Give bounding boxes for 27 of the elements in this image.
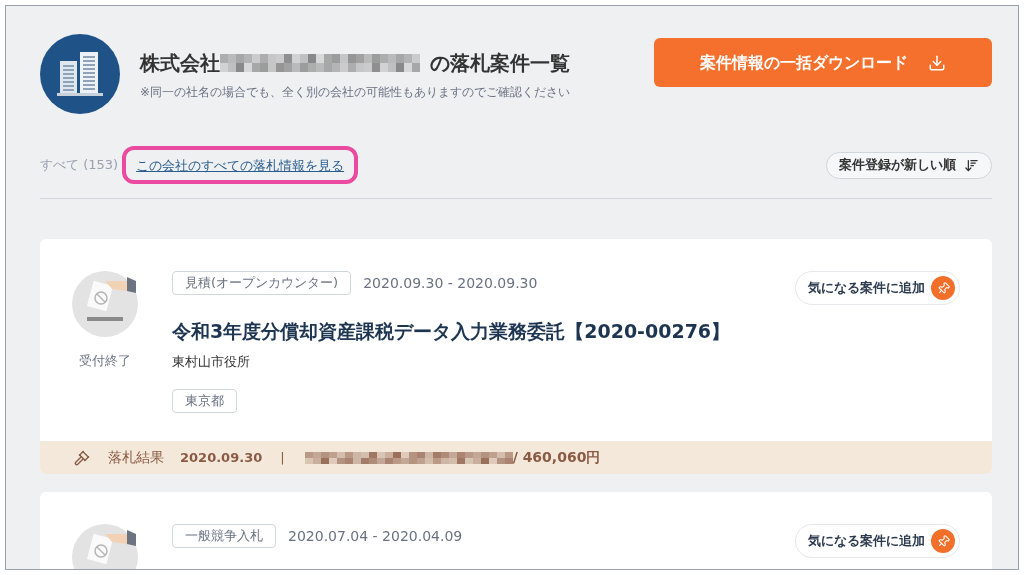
page-title: の落札案件一覧: [430, 50, 570, 77]
favorite-button[interactable]: 気になる案件に追加: [795, 524, 960, 558]
organization-text: 東村山市役所: [172, 352, 251, 371]
pin-icon: [931, 276, 955, 300]
result-label: 落札結果: [108, 448, 164, 467]
period-text: 2020.09.30 - 2020.09.30: [363, 273, 538, 293]
all-results-link[interactable]: この会社のすべての落札情報を見る: [136, 158, 345, 173]
sort-icon: [964, 157, 979, 173]
gavel-icon: [74, 449, 90, 466]
favorite-button[interactable]: 気になる案件に追加: [795, 271, 960, 305]
result-date: 2020.09.30: [180, 448, 263, 467]
sort-button[interactable]: 案件登録が新しい順: [826, 151, 992, 179]
winning-amount: / 460,060円: [512, 448, 601, 467]
pin-icon: [931, 529, 955, 553]
all-count: すべて (153): [40, 156, 119, 175]
ballot-box-icon: [72, 271, 138, 337]
bid-type-tag: 一般競争入札: [172, 524, 276, 548]
tender-title[interactable]: 令和3年度分償却資産課税データ入力業務委託【2020-00276】: [172, 317, 795, 346]
building-icon: [40, 34, 120, 114]
status-label: 受付終了: [79, 352, 131, 370]
company-prefix: 株式会社: [140, 50, 220, 77]
notice-text: ※同一の社名の場合でも、全く別の会社の可能性もありますのでご確認ください: [140, 84, 571, 100]
prefecture-tag: 東京都: [172, 389, 237, 413]
separator-text: |: [280, 448, 285, 467]
bid-type-tag: 見積(オープンカウンター): [172, 271, 352, 295]
period-text: 2020.07.04 - 2020.04.09: [288, 526, 463, 546]
download-icon: [928, 53, 946, 72]
